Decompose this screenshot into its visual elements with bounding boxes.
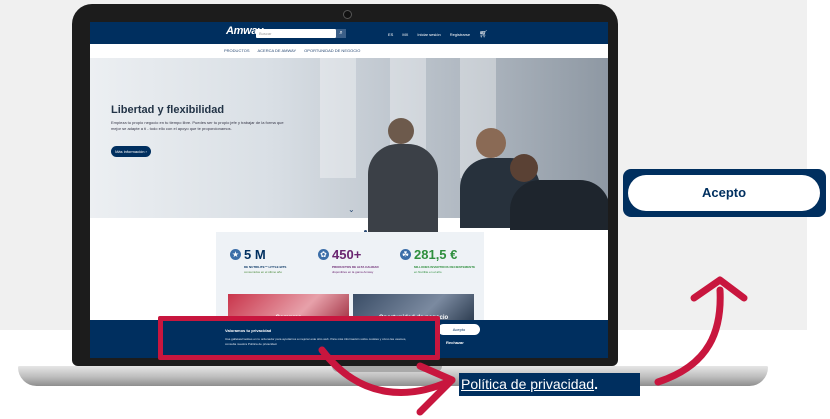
stat-badge-icon: ★ — [230, 249, 241, 260]
chevron-down-icon[interactable]: ⌄ — [348, 205, 355, 214]
hero-more-info-button[interactable]: Más información › — [111, 146, 151, 157]
nav-products[interactable]: PRODUCTOS — [224, 48, 249, 53]
hero-window — [320, 58, 356, 178]
privacy-policy-link[interactable]: Política de privacidad — [461, 376, 594, 392]
stat-value: 450+ — [332, 247, 362, 262]
search-input[interactable]: Buscar — [256, 29, 336, 38]
accept-callout: Acepto — [623, 169, 826, 217]
highlight-box — [158, 316, 440, 360]
stat-item: ★ 5 M DE NUTRILITE™ LITTLE BITS consumido… — [230, 247, 310, 274]
laptop-base — [18, 366, 768, 386]
hero-person-body — [368, 144, 438, 234]
hero-person-head — [476, 128, 506, 158]
hero-button-label: Más información — [115, 149, 145, 154]
hero-person-head — [388, 118, 414, 144]
cart-icon[interactable]: 🛒︎ — [479, 30, 488, 38]
hero-description: Empieza tu propio negocio en tu tiempo l… — [111, 120, 284, 131]
register-link[interactable]: Registrarse — [450, 32, 470, 37]
region-selector[interactable]: MX — [402, 32, 408, 37]
webcam-icon — [343, 10, 352, 19]
stat-badge-icon: ✿ — [318, 249, 329, 260]
site-header: Amway Buscar ⌕ ES MX Iniciar sesión Regi… — [90, 22, 608, 44]
hero-person-head — [510, 154, 538, 182]
nav-opportunity[interactable]: OPORTUNIDAD DE NEGOCIO — [304, 48, 360, 53]
language-selector[interactable]: ES — [388, 32, 393, 37]
stat-sub: consumidos en el último año — [244, 270, 283, 274]
cookie-reject-link[interactable]: Rechazar — [446, 340, 464, 345]
header-actions: ES MX Iniciar sesión Registrarse 🛒︎ — [388, 30, 488, 38]
nav-about[interactable]: ACERCA DE AMWAY — [257, 48, 296, 53]
stat-sub: en Nutrilite en el año — [414, 270, 442, 274]
search-icon[interactable]: ⌕ — [336, 29, 346, 38]
login-link[interactable]: Iniciar sesión — [417, 32, 440, 37]
sub-navigation: PRODUCTOS ACERCA DE AMWAY OPORTUNIDAD DE… — [90, 44, 608, 59]
privacy-callout: Política de privacidad. — [459, 373, 640, 396]
stat-item: ☘ 281,5 € MILLONES INVERTIDOS RECIENTEMEN… — [400, 247, 480, 274]
cookie-accept-button[interactable]: Acepto — [438, 324, 480, 335]
privacy-suffix: . — [594, 376, 598, 392]
stat-label: MILLONES INVERTIDOS RECIENTEMENTE — [414, 265, 476, 269]
hero-title: Libertad y flexibilidad — [111, 104, 225, 116]
stat-value: 5 M — [244, 247, 266, 262]
stat-value: 281,5 € — [414, 247, 458, 262]
hero-person-body — [510, 180, 608, 230]
laptop-screen: Amway Buscar ⌕ ES MX Iniciar sesión Regi… — [90, 22, 608, 358]
laptop-notch — [332, 366, 442, 372]
stat-item: ✿ 450+ PRODUCTOS DE ALTA CALIDAD disponib… — [318, 247, 398, 274]
stat-label: DE NUTRILITE™ LITTLE BITS — [244, 265, 287, 269]
stat-badge-icon: ☘ — [400, 249, 411, 260]
accept-button-zoom[interactable]: Acepto — [628, 175, 820, 211]
stat-label: PRODUCTOS DE ALTA CALIDAD — [332, 265, 379, 269]
hero-banner: Libertad y flexibilidad Empieza tu propi… — [90, 58, 608, 234]
stat-sub: disponibles en la gama Amway — [332, 270, 374, 274]
